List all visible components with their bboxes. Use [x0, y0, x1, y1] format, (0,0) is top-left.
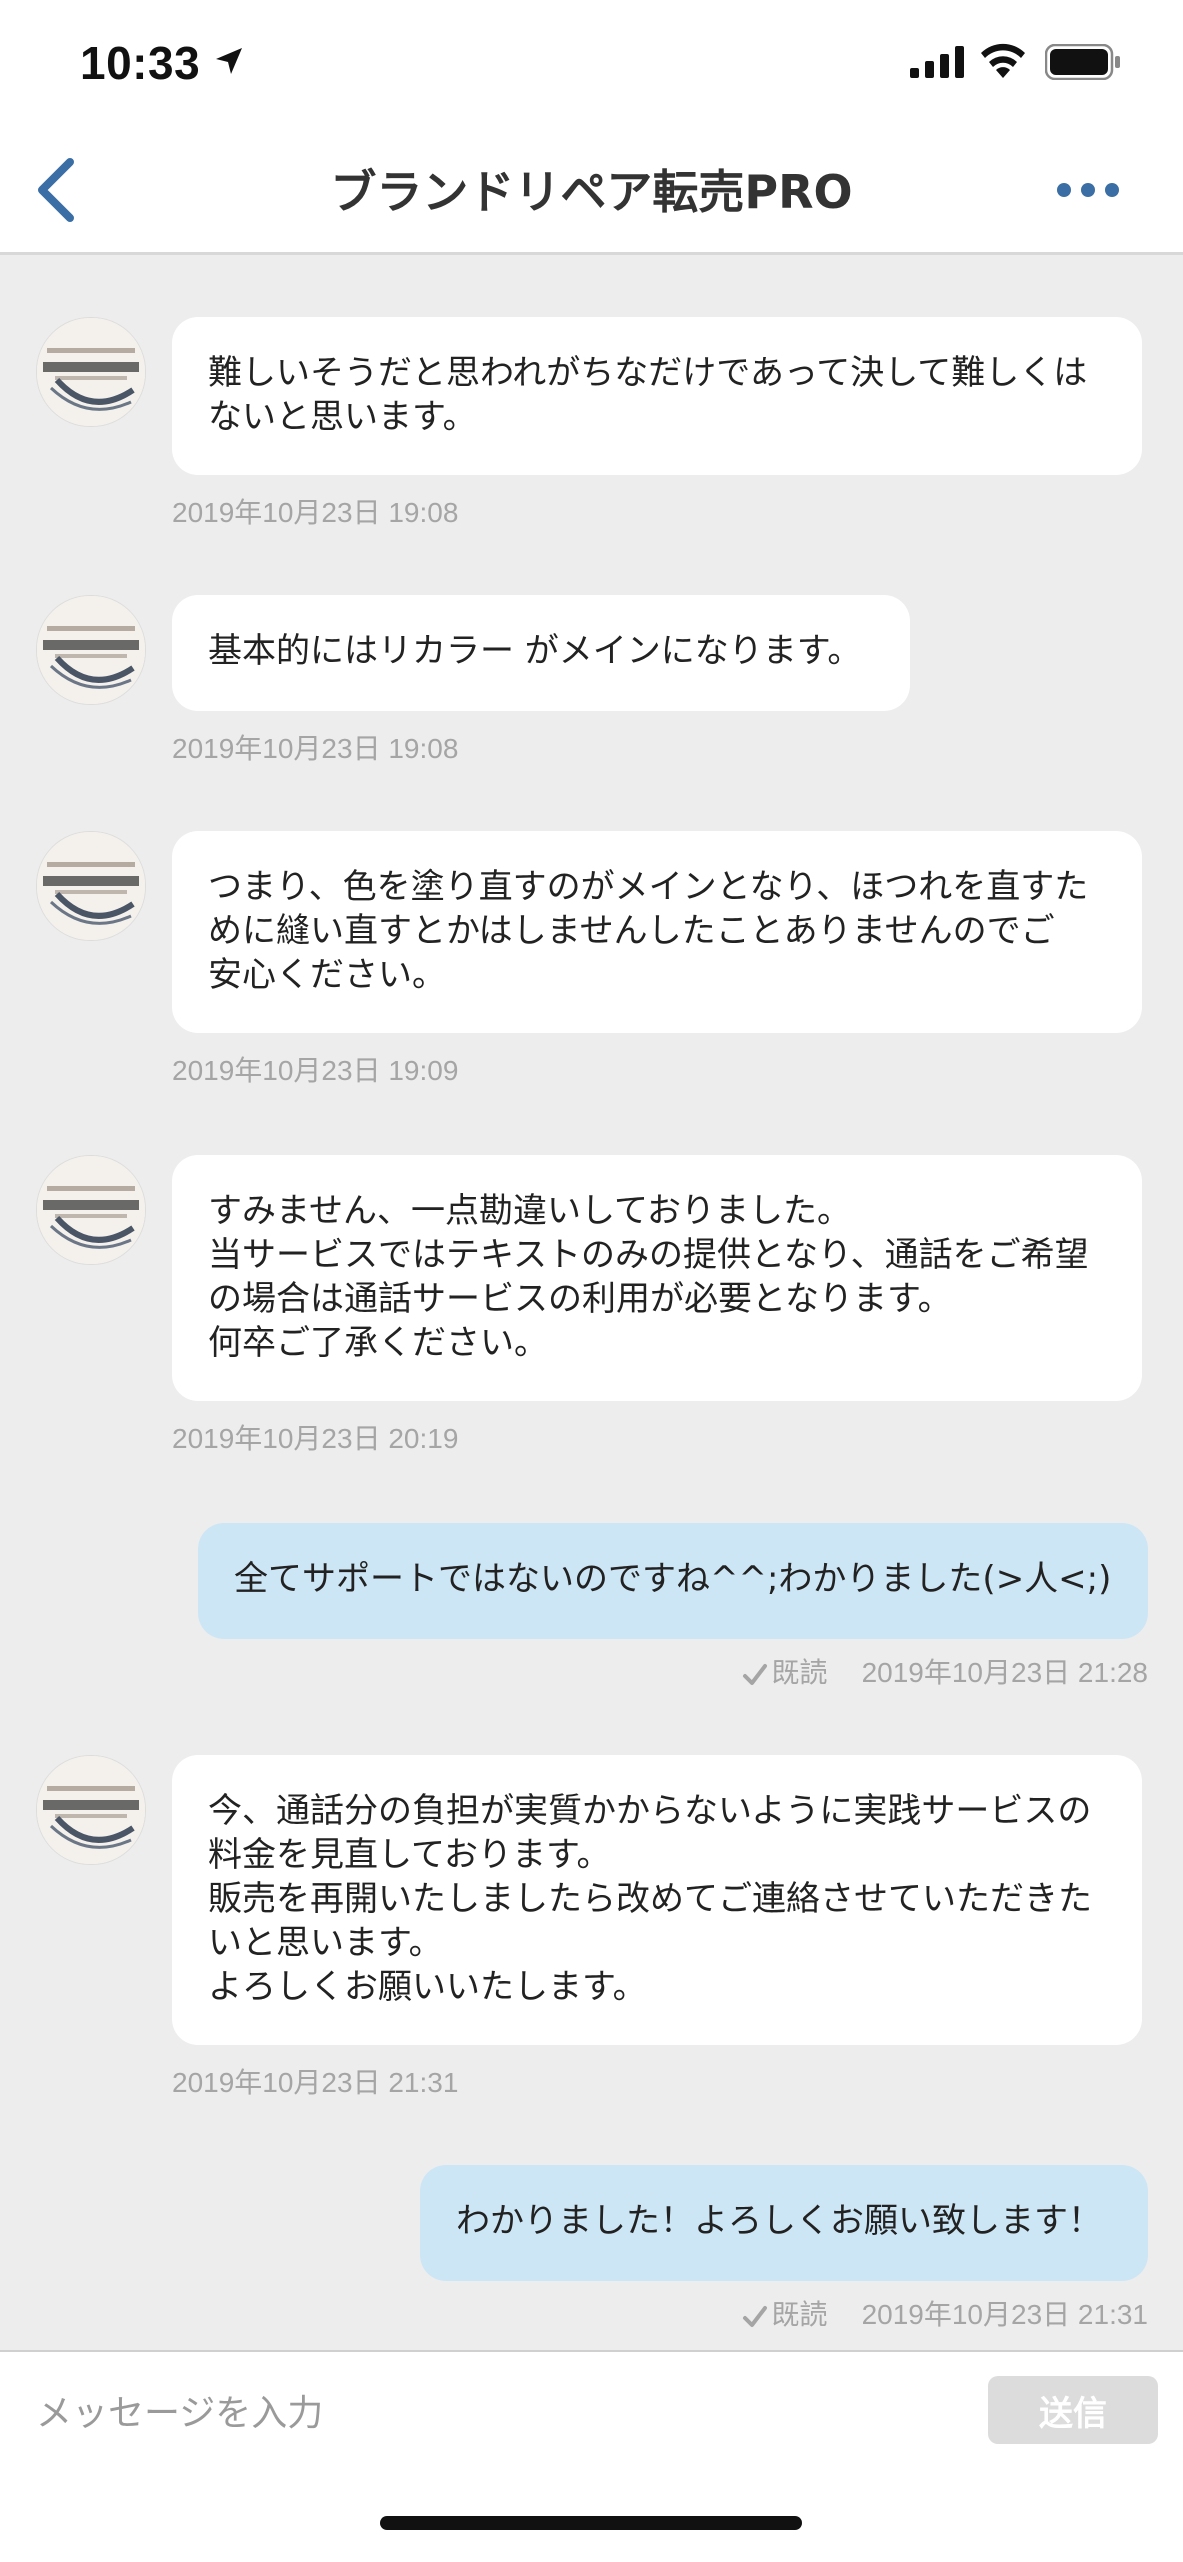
- send-button[interactable]: 送信: [988, 2376, 1158, 2444]
- message-timestamp: 2019年10月23日 19:08: [172, 733, 459, 764]
- message-timestamp: 2019年10月23日 19:09: [172, 1055, 459, 1086]
- message-timestamp: 2019年10月23日 21:31: [861, 2299, 1148, 2330]
- avatar[interactable]: [36, 1755, 146, 1865]
- brand-logo-avatar-icon: [37, 1156, 145, 1264]
- message-bubble-incoming[interactable]: 難しいそうだと思われがちなだけであって決して難しくは ないと思います。: [172, 317, 1142, 475]
- brand-logo-avatar-icon: [37, 832, 145, 940]
- check-icon: [742, 2305, 767, 2327]
- message-bubble-outgoing[interactable]: 全てサポートではないのですね^^;わかりました(>人<;): [198, 1523, 1148, 1639]
- more-options-button[interactable]: [1056, 176, 1120, 204]
- message-input[interactable]: [34, 2382, 938, 2444]
- location-arrow-icon: [216, 48, 242, 74]
- message-bubble-outgoing[interactable]: わかりました！よろしくお願い致します！: [420, 2165, 1148, 2281]
- avatar[interactable]: [36, 1155, 146, 1265]
- message-bubble-incoming[interactable]: つまり、色を塗り直すのがメインとなり、ほつれを直すた めに縫い直すとかはしません…: [172, 831, 1142, 1033]
- navigation-bar: ブランドリペア転売PRO: [0, 128, 1183, 255]
- avatar[interactable]: [36, 831, 146, 941]
- more-dots-icon: [1057, 183, 1119, 197]
- message-timestamp: 2019年10月23日 21:31: [172, 2067, 459, 2098]
- status-time: 10:33: [80, 37, 201, 89]
- cellular-signal-icon: [910, 46, 964, 78]
- read-label: 既読: [771, 2299, 828, 2330]
- message-timestamp: 2019年10月23日 19:08: [172, 497, 459, 528]
- message-read-status: 既読 2019年10月23日 21:31: [548, 2293, 1148, 2333]
- brand-logo-avatar-icon: [37, 1756, 145, 1864]
- message-bubble-incoming[interactable]: すみません、一点勘違いしておりました。 当サービスではテキストのみの提供となり、…: [172, 1155, 1142, 1401]
- avatar[interactable]: [36, 317, 146, 427]
- check-icon: [742, 1663, 767, 1685]
- home-indicator: [380, 2516, 802, 2530]
- wifi-icon: [981, 43, 1025, 78]
- page-title: ブランドリペア転売PRO: [330, 165, 853, 219]
- message-bubble-incoming[interactable]: 基本的にはリカラー がメインになります。: [172, 595, 910, 711]
- battery-icon: [1045, 44, 1120, 80]
- message-read-status: 既読 2019年10月23日 21:28: [548, 1651, 1148, 1691]
- message-input-bar: 送信: [0, 2350, 1183, 2562]
- message-list[interactable]: 難しいそうだと思われがちなだけであって決して難しくは ないと思います。 2019…: [0, 255, 1183, 2345]
- message-bubble-incoming[interactable]: 今、通話分の負担が実質かからないように実践サービスの 料金を見直しております。 …: [172, 1755, 1142, 2045]
- read-label: 既読: [771, 1657, 828, 1688]
- message-timestamp: 2019年10月23日 20:19: [172, 1423, 459, 1454]
- brand-logo-avatar-icon: [37, 318, 145, 426]
- avatar[interactable]: [36, 595, 146, 705]
- brand-logo-avatar-icon: [37, 596, 145, 704]
- status-bar: 10:33: [0, 0, 1183, 128]
- message-timestamp: 2019年10月23日 21:28: [861, 1657, 1148, 1688]
